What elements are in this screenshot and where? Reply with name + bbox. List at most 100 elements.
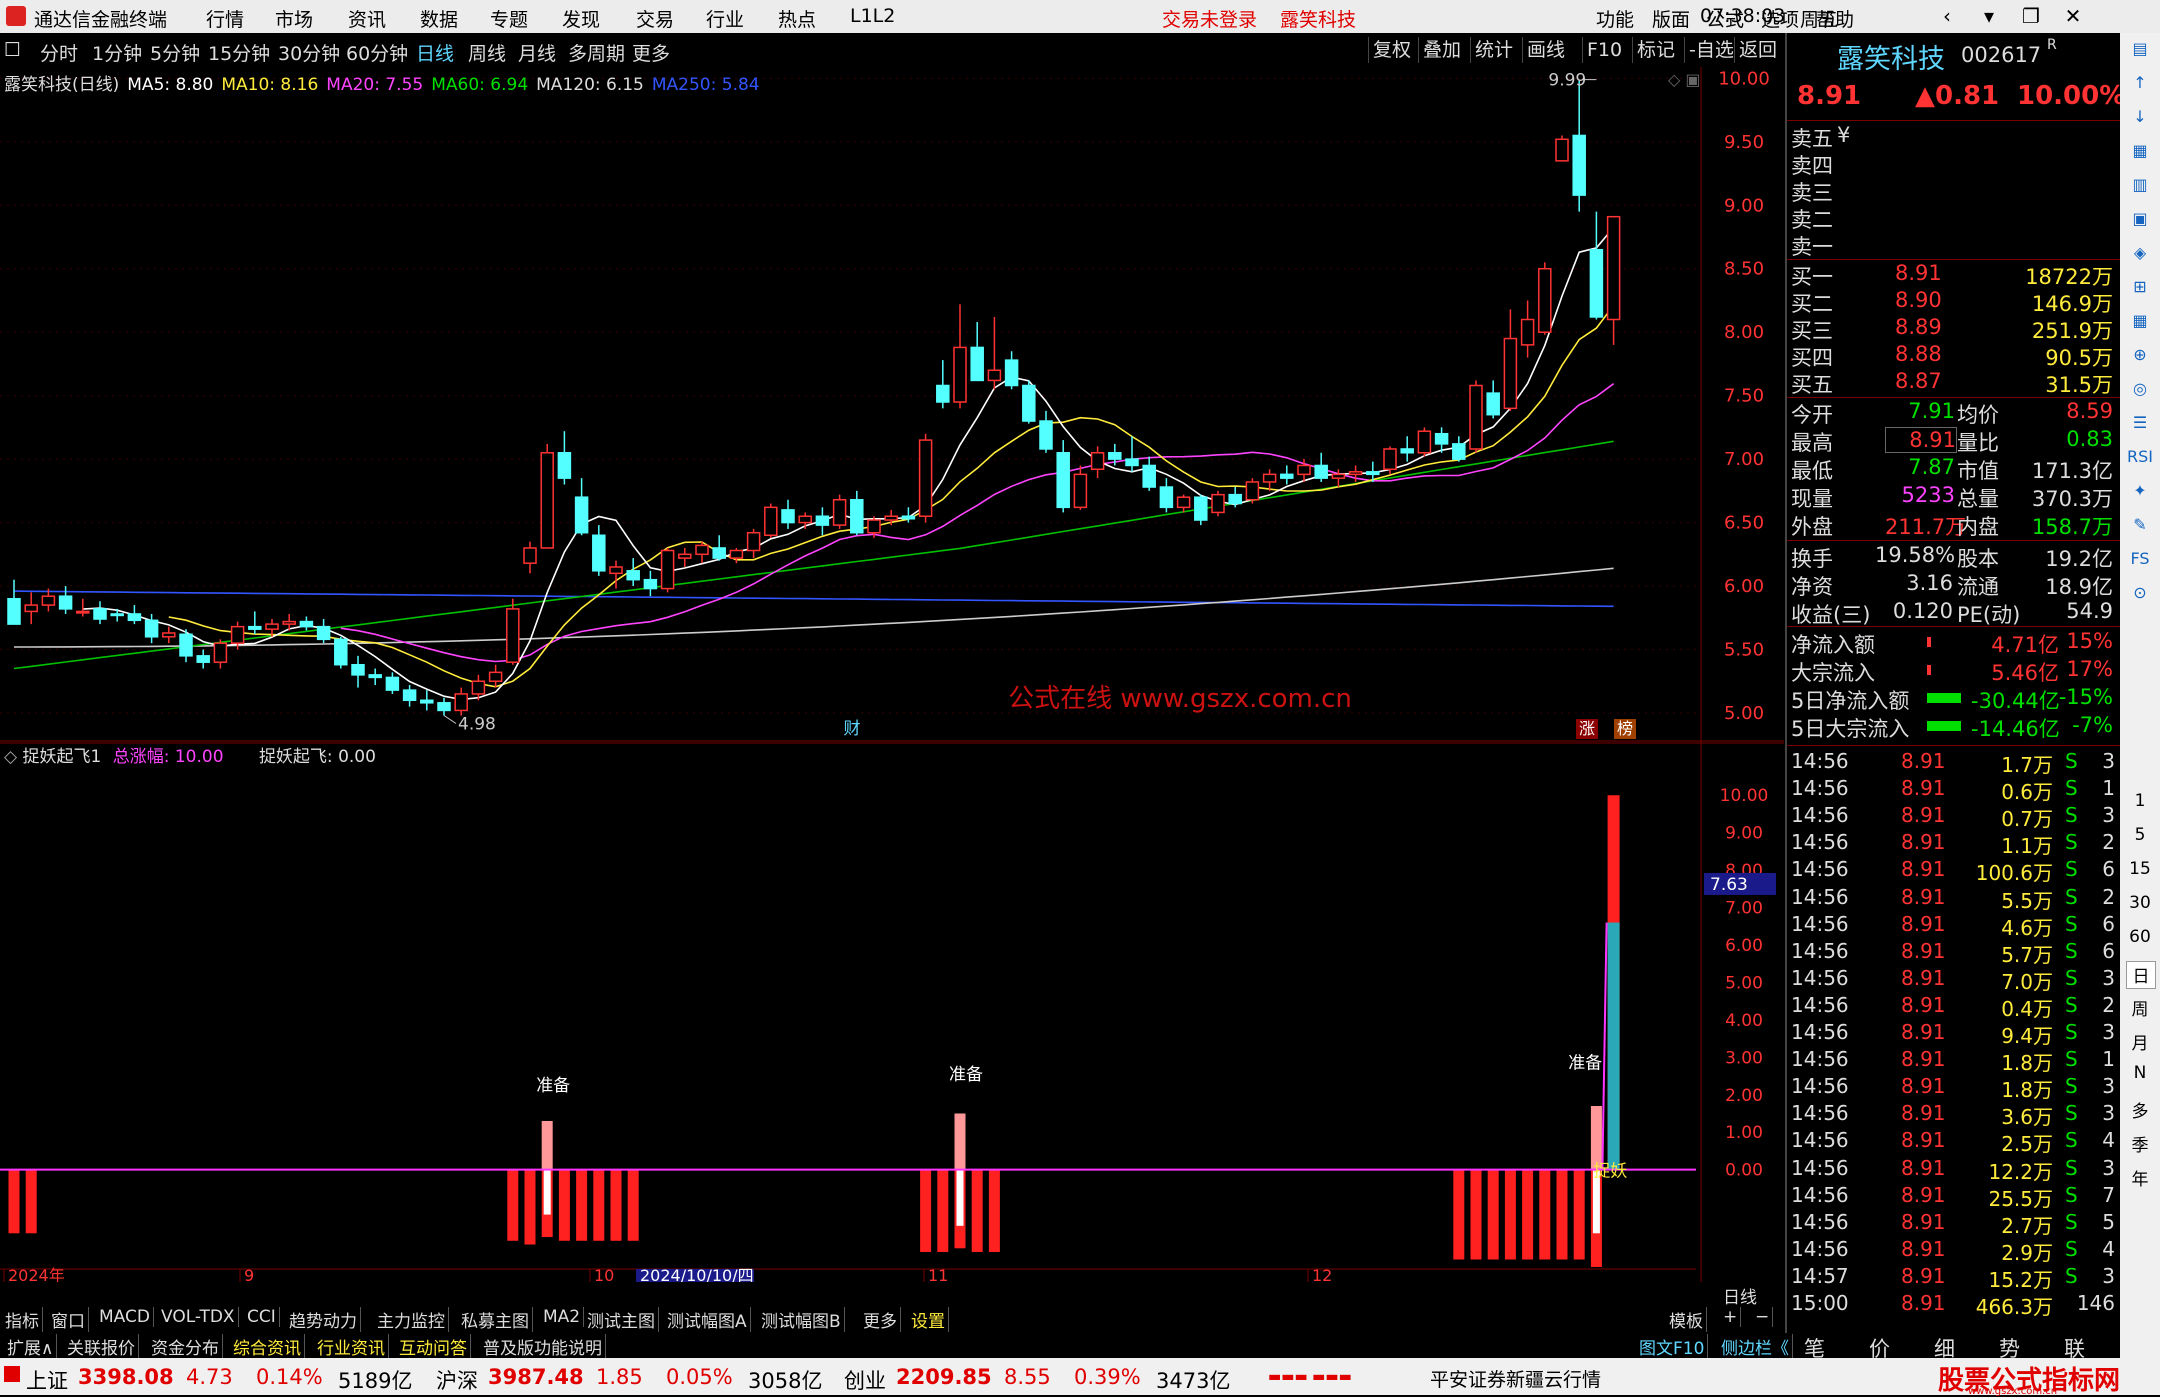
sidebar-period-周[interactable]: 周 xyxy=(2126,995,2154,1021)
indicator-tab-CCI[interactable]: CCI xyxy=(244,1307,280,1327)
period-日线[interactable]: 日线 xyxy=(416,39,454,66)
indicator-toggle-icon[interactable]: ◇ xyxy=(4,747,17,767)
sidebar-period-月[interactable]: 月 xyxy=(2126,1029,2154,1055)
menu-专题[interactable]: 专题 xyxy=(490,5,528,32)
sidebar-period-年[interactable]: 年 xyxy=(2126,1165,2154,1191)
indicator-tab-VOL-TDX[interactable]: VOL-TDX xyxy=(158,1307,239,1327)
sidebar-period-15[interactable]: 15 xyxy=(2126,859,2154,885)
ask-row[interactable]: 卖三 xyxy=(1791,177,2121,205)
period-分时[interactable]: 分时 xyxy=(40,39,78,66)
sidebar-tool-icon-16[interactable]: ⊙ xyxy=(2126,583,2154,609)
indicator-chart[interactable]: 10.00 9.00 8.00 7.00 6.00 5.00 4.00 3.00 2.00 1.0… xyxy=(0,742,1784,1285)
detail-tab-价[interactable]: 价 xyxy=(1869,1333,1909,1361)
detail-tab-联[interactable]: 联 xyxy=(2064,1333,2104,1361)
bid-row[interactable]: 买四 8.88 90.5万 xyxy=(1791,342,2121,370)
sidebar-tool-icon-13[interactable]: ✦ xyxy=(2126,481,2154,507)
sidebar-tool-icon-1[interactable]: ↑ xyxy=(2126,73,2154,99)
period-5分钟[interactable]: 5分钟 xyxy=(150,39,200,66)
menu-热点[interactable]: 热点 xyxy=(778,5,816,32)
period-30分钟[interactable]: 30分钟 xyxy=(278,39,340,66)
indicator-tab-MA2[interactable]: MA2 xyxy=(540,1307,585,1327)
sidebar-tool-icon-0[interactable]: ▤ xyxy=(2126,39,2154,65)
sidebar-tool-icon-3[interactable]: ▦ xyxy=(2126,141,2154,167)
indicator-tab-测试幅图A[interactable]: 测试幅图A xyxy=(664,1307,751,1332)
ext-tab-综合资讯[interactable]: 综合资讯 xyxy=(230,1334,305,1359)
restore-icon[interactable]: ❐ xyxy=(2014,3,2048,29)
sidebar-tool-icon-14[interactable]: ✎ xyxy=(2126,515,2154,541)
sidebar-toggle[interactable]: 侧边栏《 xyxy=(1718,1334,1793,1359)
toolbar-叠加[interactable]: 叠加 xyxy=(1418,37,1465,63)
menu-版面[interactable]: 版面 xyxy=(1652,5,1690,32)
period-月线[interactable]: 月线 xyxy=(518,39,556,66)
period-更多[interactable]: 更多 xyxy=(632,39,670,66)
period-多周期[interactable]: 多周期 xyxy=(568,39,625,66)
bid-row[interactable]: 买二 8.90 146.9万 xyxy=(1791,288,2121,316)
menu-市场[interactable]: 市场 xyxy=(275,5,313,32)
sidebar-period-1[interactable]: 1 xyxy=(2126,791,2154,817)
sidebar-tool-icon-11[interactable]: ☰ xyxy=(2126,413,2154,439)
ext-tab-行业资讯[interactable]: 行业资讯 xyxy=(314,1334,389,1359)
menu-选项[interactable]: 选项 xyxy=(1761,5,1799,32)
ask-row[interactable]: 卖四 xyxy=(1791,150,2121,178)
menu-公式[interactable]: 公式 xyxy=(1706,5,1744,32)
period-toggle-icon[interactable]: ☐ xyxy=(4,39,21,61)
toolbar-F10[interactable]: F10 xyxy=(1582,37,1626,63)
template-control-1[interactable]: + xyxy=(1720,1307,1742,1327)
menu-资讯[interactable]: 资讯 xyxy=(348,5,386,32)
sidebar-tool-icon-5[interactable]: ▣ xyxy=(2126,209,2154,235)
kline-chart[interactable]: 10.00 9.50 9.00 8.50 8.00 7.50 7.00 6.50 6.00 5.5… xyxy=(0,67,1784,742)
sidebar-tool-icon-8[interactable]: ▦ xyxy=(2126,311,2154,337)
ext-tab-普及版功能说明[interactable]: 普及版功能说明 xyxy=(480,1334,606,1359)
sidebar-period-60[interactable]: 60 xyxy=(2126,927,2154,953)
ask-row[interactable]: 卖五 ¥ xyxy=(1791,123,2121,151)
dropdown-icon[interactable]: ▾ xyxy=(1972,3,2006,29)
sidebar-tool-icon-10[interactable]: ◎ xyxy=(2126,379,2154,405)
index-name[interactable]: 创业 xyxy=(844,1365,886,1395)
bid-row[interactable]: 买五 8.87 31.5万 xyxy=(1791,369,2121,397)
index-name[interactable]: 沪深 xyxy=(436,1365,478,1395)
menu-功能[interactable]: 功能 xyxy=(1596,5,1634,32)
ask-row[interactable]: 卖一 xyxy=(1791,231,2121,259)
indicator-tab-设置[interactable]: 设置 xyxy=(908,1307,949,1332)
indicator-tab-主力监控[interactable]: 主力监控 xyxy=(374,1307,449,1332)
template-control-0[interactable]: 模板 xyxy=(1666,1307,1707,1332)
sidebar-period-5[interactable]: 5 xyxy=(2126,825,2154,851)
detail-tab-笔[interactable]: 笔 xyxy=(1804,1333,1844,1361)
bid-row[interactable]: 买三 8.89 251.9万 xyxy=(1791,315,2121,343)
ext-tab-资金分布[interactable]: 资金分布 xyxy=(148,1334,223,1359)
detail-tab-势[interactable]: 势 xyxy=(1999,1333,2039,1361)
trade-login-status[interactable]: 交易未登录 xyxy=(1162,5,1257,32)
indicator-tab-MACD[interactable]: MACD xyxy=(96,1307,154,1327)
period-1分钟[interactable]: 1分钟 xyxy=(92,39,142,66)
sidebar-tool-icon-4[interactable]: ▥ xyxy=(2126,175,2154,201)
indicator-tab-趋势动力[interactable]: 趋势动力 xyxy=(286,1307,361,1332)
sidebar-tool-icon-2[interactable]: ↓ xyxy=(2126,107,2154,133)
ask-row[interactable]: 卖二 xyxy=(1791,204,2121,232)
sidebar-period-季[interactable]: 季 xyxy=(2126,1131,2154,1157)
period-15分钟[interactable]: 15分钟 xyxy=(208,39,270,66)
index-name[interactable]: 上证 xyxy=(26,1365,68,1395)
template-control-2[interactable]: − xyxy=(1752,1307,1774,1327)
indicator-tab-测试幅图B[interactable]: 测试幅图B xyxy=(758,1307,845,1332)
indicator-tab-窗口[interactable]: 窗口 xyxy=(48,1307,89,1332)
toolbar-复权[interactable]: 复权 xyxy=(1368,37,1415,63)
kline-svg[interactable]: 10.00 9.50 9.00 8.50 8.00 7.50 7.00 6.50 6.00 5.5… xyxy=(0,67,1784,742)
sidebar-period-日[interactable]: 日 xyxy=(2126,961,2156,989)
ext-tab-扩展∧[interactable]: 扩展∧ xyxy=(4,1334,58,1359)
menu-行情[interactable]: 行情 xyxy=(206,5,244,32)
detail-tab-细[interactable]: 细 xyxy=(1934,1333,1974,1361)
toolbar-标记[interactable]: 标记 xyxy=(1632,37,1679,63)
sidebar-period-30[interactable]: 30 xyxy=(2126,893,2154,919)
sidebar-tool-icon-6[interactable]: ◈ xyxy=(2126,243,2154,269)
ext-tab-关联报价[interactable]: 关联报价 xyxy=(64,1334,139,1359)
menu-行业[interactable]: 行业 xyxy=(706,5,744,32)
menu-帮助[interactable]: 帮助 xyxy=(1816,5,1854,32)
f10-tab[interactable]: 图文F10 xyxy=(1636,1334,1709,1359)
menu-交易[interactable]: 交易 xyxy=(636,5,674,32)
menu-L1L2[interactable]: L1L2 xyxy=(850,5,895,27)
indicator-tab-私募主图[interactable]: 私募主图 xyxy=(458,1307,533,1332)
bid-row[interactable]: 买一 8.91 18722万 xyxy=(1791,261,2121,289)
toolbar--自选[interactable]: -自选 xyxy=(1684,37,1738,63)
menu-数据[interactable]: 数据 xyxy=(420,5,458,32)
indicator-svg[interactable]: 10.009.008.007.006.005.004.003.002.001.0… xyxy=(0,742,1784,1285)
